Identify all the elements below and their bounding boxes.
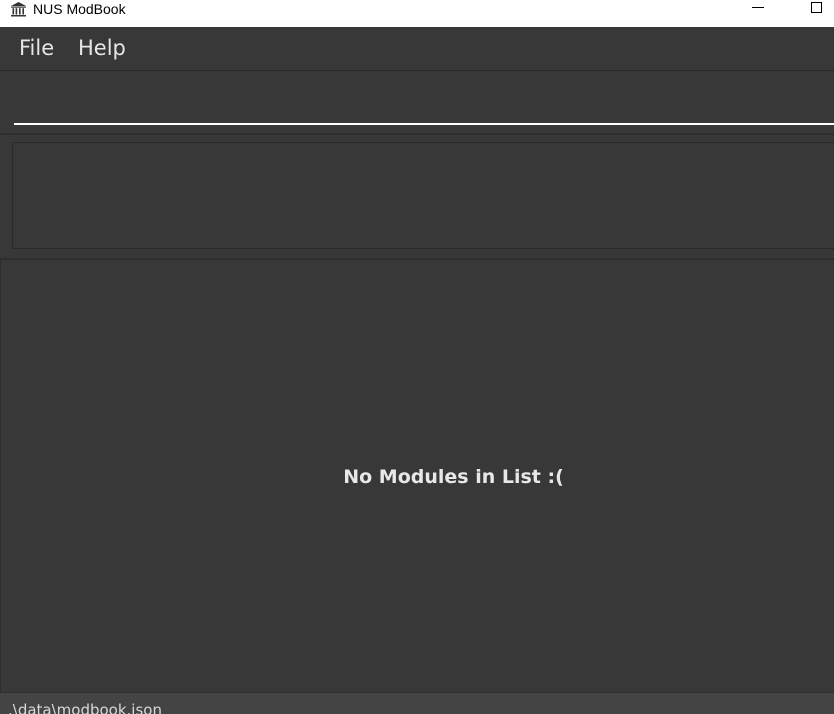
menu-help[interactable]: Help [78, 34, 126, 62]
minimize-button[interactable] [744, 0, 774, 18]
result-display[interactable] [12, 142, 834, 249]
menu-bar: File Help [0, 27, 834, 71]
window-title: NUS ModBook [33, 1, 126, 17]
empty-list-message: No Modules in List :( [343, 466, 564, 488]
save-location-path: .\data\modbook.json [8, 701, 162, 714]
title-bar[interactable]: NUS ModBook [0, 0, 834, 27]
status-bar: .\data\modbook.json [0, 692, 834, 714]
module-list-panel[interactable]: No Modules in List :( [0, 260, 834, 692]
command-box-panel [0, 71, 834, 135]
institution-icon [11, 2, 26, 17]
command-input[interactable] [14, 95, 834, 125]
app-window: NUS ModBook File Help No Modules in List… [0, 0, 834, 714]
result-display-panel [0, 135, 834, 260]
maximize-button[interactable] [804, 0, 834, 18]
menu-file[interactable]: File [19, 34, 54, 62]
